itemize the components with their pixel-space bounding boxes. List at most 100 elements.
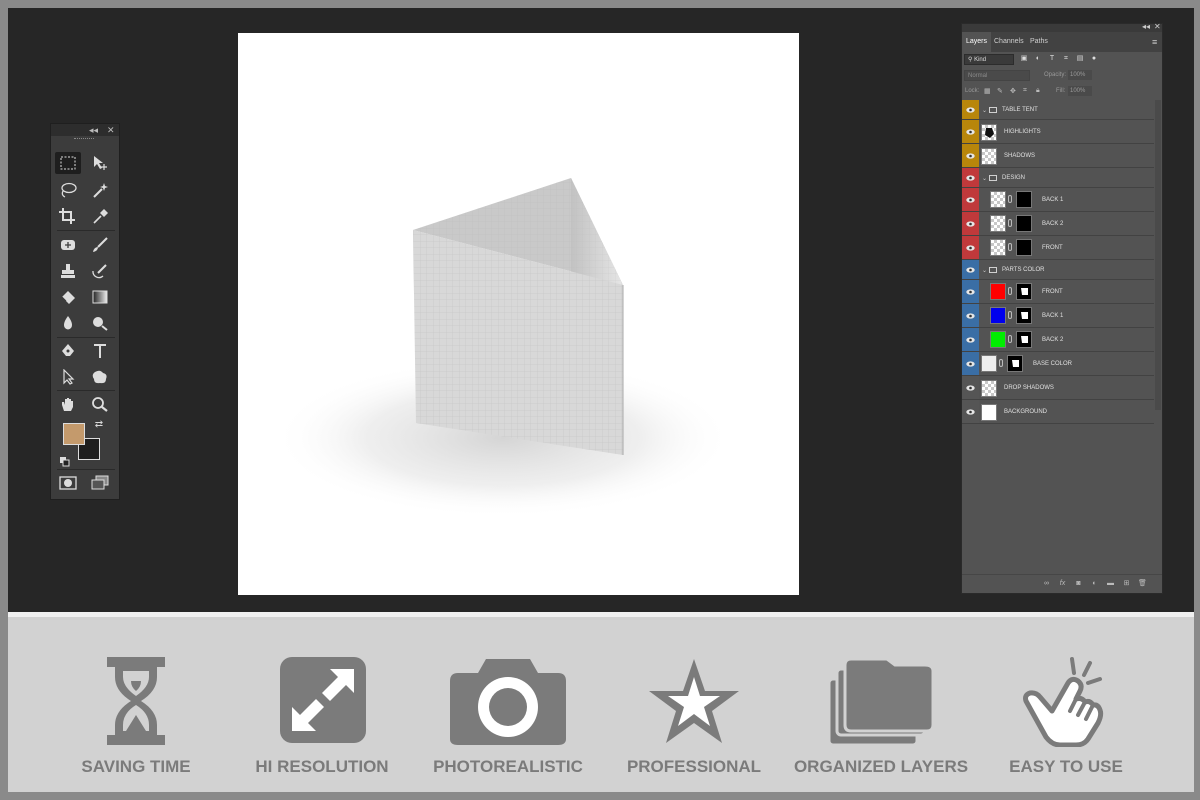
visibility-toggle[interactable] xyxy=(962,100,979,119)
link-icon[interactable] xyxy=(1008,195,1012,203)
default-colors-icon[interactable] xyxy=(60,454,70,467)
layer-mask-thumbnail[interactable] xyxy=(1016,191,1032,208)
pen-tool-icon[interactable] xyxy=(55,340,81,362)
zoom-tool-icon[interactable] xyxy=(87,393,113,415)
crop-tool-icon[interactable] xyxy=(55,205,81,227)
blend-mode-select[interactable]: Normal xyxy=(964,70,1030,81)
trash-icon[interactable]: 🗑︎ xyxy=(1138,579,1147,588)
visibility-toggle[interactable] xyxy=(962,144,979,167)
foreground-color-swatch[interactable] xyxy=(63,423,85,445)
link-icon[interactable] xyxy=(999,359,1003,367)
blur-tool-icon[interactable] xyxy=(55,312,81,334)
fx-icon[interactable]: fx xyxy=(1058,579,1067,588)
panel-menu-icon[interactable]: ≡ xyxy=(1148,32,1161,52)
opacity-input[interactable]: 100% xyxy=(1068,70,1092,80)
smart-object-filter-icon[interactable]: ▤ xyxy=(1076,55,1084,63)
lock-transparency-icon[interactable]: ▦ xyxy=(984,87,991,95)
layer-row[interactable]: BASE COLOR xyxy=(962,352,1154,376)
lock-all-icon[interactable]: 🔒︎ xyxy=(1036,87,1040,95)
eyedropper-tool-icon[interactable] xyxy=(87,205,113,227)
marquee-tool-icon[interactable] xyxy=(55,152,81,174)
layer-mask-thumbnail[interactable] xyxy=(1016,331,1032,348)
layer-mask-thumbnail[interactable] xyxy=(1016,283,1032,300)
layer-row[interactable]: FRONT xyxy=(962,236,1154,260)
move-tool-icon[interactable] xyxy=(87,152,113,174)
type-tool-icon[interactable] xyxy=(87,340,113,362)
lock-pixels-icon[interactable]: ✎ xyxy=(997,87,1003,95)
hand-tool-icon[interactable] xyxy=(55,393,81,415)
lock-artboard-icon[interactable]: ⌗ xyxy=(1023,87,1027,95)
layer-row[interactable]: BACK 2 xyxy=(962,328,1154,352)
lock-position-icon[interactable]: ✥ xyxy=(1010,87,1016,95)
link-layers-icon[interactable]: ∞ xyxy=(1042,579,1051,588)
type-filter-icon[interactable]: T xyxy=(1048,55,1056,63)
visibility-toggle[interactable] xyxy=(962,260,979,279)
link-icon[interactable] xyxy=(1008,243,1012,251)
image-filter-icon[interactable]: ▣ xyxy=(1020,55,1028,63)
layer-mask-thumbnail[interactable] xyxy=(1016,239,1032,256)
link-icon[interactable] xyxy=(1008,219,1012,227)
group-expand-icon[interactable]: ⌄ xyxy=(982,107,987,114)
layer-row[interactable]: FRONT xyxy=(962,280,1154,304)
layer-group-row[interactable]: ⌄ TABLE TENT xyxy=(962,100,1154,120)
tab-paths[interactable]: Paths xyxy=(1026,32,1052,52)
link-icon[interactable] xyxy=(1008,311,1012,319)
healing-brush-tool-icon[interactable] xyxy=(55,234,81,256)
brush-tool-icon[interactable] xyxy=(87,234,113,256)
layer-row[interactable]: BACK 2 xyxy=(962,212,1154,236)
visibility-toggle[interactable] xyxy=(962,212,979,235)
quick-mask-icon[interactable] xyxy=(55,472,81,494)
link-icon[interactable] xyxy=(1008,335,1012,343)
visibility-toggle[interactable] xyxy=(962,280,979,303)
custom-shape-tool-icon[interactable] xyxy=(87,366,113,388)
visibility-toggle[interactable] xyxy=(962,352,979,375)
visibility-toggle[interactable] xyxy=(962,328,979,351)
gradient-tool-icon[interactable] xyxy=(87,286,113,308)
layer-mask-thumbnail[interactable] xyxy=(1016,215,1032,232)
visibility-toggle[interactable] xyxy=(962,400,979,423)
close-icon[interactable]: ✕ xyxy=(1154,22,1161,31)
shape-filter-icon[interactable]: ⌗ xyxy=(1062,55,1070,63)
lasso-tool-icon[interactable] xyxy=(55,179,81,201)
new-layer-icon[interactable]: ⊞ xyxy=(1122,579,1131,588)
group-expand-icon[interactable]: ⌄ xyxy=(982,267,987,274)
layer-group-row[interactable]: ⌄ PARTS COLOR xyxy=(962,260,1154,280)
tab-layers[interactable]: Layers xyxy=(962,32,992,52)
history-brush-tool-icon[interactable] xyxy=(87,260,113,282)
layers-title-bar[interactable]: ◂◂ ✕ xyxy=(962,22,1162,32)
adjustment-layer-icon[interactable]: ◐ xyxy=(1090,579,1099,588)
add-mask-icon[interactable]: ◙ xyxy=(1074,579,1083,588)
collapse-icon[interactable]: ◂◂ xyxy=(89,124,98,136)
fill-input[interactable]: 100% xyxy=(1068,86,1092,96)
adjustment-filter-icon[interactable]: ◐ xyxy=(1034,55,1042,63)
magic-wand-tool-icon[interactable] xyxy=(87,179,113,201)
link-icon[interactable] xyxy=(1008,287,1012,295)
layer-mask-thumbnail[interactable] xyxy=(1007,355,1023,372)
collapse-icon[interactable]: ◂◂ xyxy=(1142,22,1150,31)
clone-stamp-tool-icon[interactable] xyxy=(55,260,81,282)
layer-group-row[interactable]: ⌄ DESIGN xyxy=(962,168,1154,188)
tools-title-bar[interactable]: ◂◂ ✕ xyxy=(51,124,119,136)
layer-row[interactable]: BACK 1 xyxy=(962,188,1154,212)
layer-row[interactable]: BACKGROUND xyxy=(962,400,1154,424)
group-expand-icon[interactable]: ⌄ xyxy=(982,175,987,182)
filter-kind-select[interactable]: ⚲ Kind xyxy=(964,54,1014,65)
panel-grip[interactable] xyxy=(51,136,119,142)
swap-colors-icon[interactable]: ⇄ xyxy=(89,417,109,431)
visibility-toggle[interactable] xyxy=(962,120,979,143)
tab-channels[interactable]: Channels xyxy=(990,32,1028,52)
visibility-toggle[interactable] xyxy=(962,376,979,399)
visibility-toggle[interactable] xyxy=(962,304,979,327)
visibility-toggle[interactable] xyxy=(962,168,979,187)
layer-mask-thumbnail[interactable] xyxy=(1016,307,1032,324)
visibility-toggle[interactable] xyxy=(962,188,979,211)
layer-row[interactable]: DROP SHADOWS xyxy=(962,376,1154,400)
zoom-dodge-tool-icon[interactable] xyxy=(87,312,113,334)
layer-row[interactable]: SHADOWS xyxy=(962,144,1154,168)
new-group-icon[interactable]: ▬ xyxy=(1106,579,1115,588)
close-icon[interactable]: ✕ xyxy=(107,124,115,136)
path-selection-tool-icon[interactable] xyxy=(55,366,81,388)
layer-row[interactable]: BACK 1 xyxy=(962,304,1154,328)
filter-toggle-icon[interactable]: ● xyxy=(1090,55,1098,63)
document-canvas[interactable] xyxy=(238,33,799,595)
